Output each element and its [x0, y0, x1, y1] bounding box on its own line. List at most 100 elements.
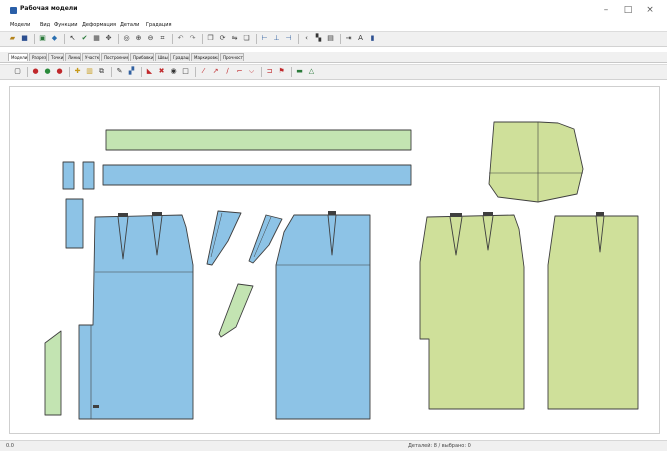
- notch-mark: [118, 213, 128, 217]
- copy-icon[interactable]: ❐: [206, 34, 215, 43]
- toolbar-separator: [69, 67, 70, 77]
- text-icon[interactable]: A: [356, 34, 365, 43]
- skirt-back-panel-blue[interactable]: [275, 214, 371, 420]
- zoom-icon[interactable]: ◎: [122, 34, 131, 43]
- toolbar-separator: [195, 67, 196, 77]
- tab-9[interactable]: Градация: [170, 53, 190, 61]
- bracket-icon[interactable]: ⊐: [265, 67, 274, 76]
- tab-1[interactable]: Модели: [8, 53, 28, 61]
- yoke-piece-green[interactable]: [488, 121, 584, 203]
- pocket-lining-green[interactable]: [218, 283, 254, 338]
- select-icon[interactable]: ↖: [68, 34, 77, 43]
- zoom-in-icon[interactable]: ⊕: [134, 34, 143, 43]
- delete-icon[interactable]: ✖: [157, 67, 166, 76]
- skirt-front-panel-green[interactable]: [419, 214, 525, 410]
- close-button[interactable]: ×: [639, 3, 661, 17]
- zoom-out-icon[interactable]: ⊖: [146, 34, 155, 43]
- tab-3[interactable]: Точки: [48, 53, 64, 61]
- menu-view[interactable]: Вид: [40, 22, 50, 28]
- check-icon[interactable]: ✔: [80, 34, 89, 43]
- tab-7[interactable]: Прибавки: [130, 53, 154, 61]
- menu-models[interactable]: Модели: [10, 22, 30, 28]
- tab-8[interactable]: Швы: [155, 53, 169, 61]
- tab-2[interactable]: Разрез: [29, 53, 47, 61]
- resize-icon[interactable]: ▥: [85, 67, 94, 76]
- toolbar-separator: [261, 67, 262, 77]
- export-icon[interactable]: ⇥: [344, 34, 353, 43]
- skirt-front-panel-blue[interactable]: [78, 214, 194, 420]
- pocket-piece-blue-1[interactable]: [206, 210, 242, 266]
- redo-icon[interactable]: ↷: [188, 34, 197, 43]
- info-icon[interactable]: ▮: [368, 34, 377, 43]
- waistband-piece-blue[interactable]: [102, 164, 412, 186]
- toolbar-separator: [64, 34, 65, 44]
- layers-icon[interactable]: ▬: [295, 67, 304, 76]
- red-dot-icon[interactable]: ●: [55, 67, 64, 76]
- toolbar-separator: [141, 67, 142, 77]
- menu-functions[interactable]: Функции: [54, 22, 77, 28]
- mirror-icon[interactable]: ⇋: [230, 34, 239, 43]
- maximize-button[interactable]: □: [617, 3, 639, 17]
- toolbar-separator: [298, 34, 299, 44]
- pattern-canvas[interactable]: [9, 86, 660, 434]
- undo-icon[interactable]: ↶: [176, 34, 185, 43]
- align-left-icon[interactable]: ⊢: [260, 34, 269, 43]
- move-detail-icon[interactable]: ✚: [73, 67, 82, 76]
- align-right-icon[interactable]: ⊣: [284, 34, 293, 43]
- red-dot-icon[interactable]: ●: [31, 67, 40, 76]
- line-icon[interactable]: ⁄: [199, 67, 208, 76]
- arrow-icon[interactable]: ↗: [211, 67, 220, 76]
- triangle-icon[interactable]: △: [307, 67, 316, 76]
- flag-icon[interactable]: ⚑: [277, 67, 286, 76]
- strip-piece-green[interactable]: [44, 330, 62, 416]
- small-piece-blue-1[interactable]: [62, 161, 75, 190]
- waistband-piece-green[interactable]: [105, 129, 412, 151]
- toolbar-separator: [118, 34, 119, 44]
- print-icon[interactable]: ▤: [326, 34, 335, 43]
- pencil-icon[interactable]: ✎: [115, 67, 124, 76]
- tab-11[interactable]: Прочности: [220, 53, 244, 61]
- notch-mark: [483, 212, 493, 216]
- folder-open-icon[interactable]: ▰: [8, 34, 17, 43]
- tab-6[interactable]: Построение: [101, 53, 129, 61]
- small-piece-blue-3[interactable]: [65, 198, 84, 249]
- rotate-icon[interactable]: ⟳: [218, 34, 227, 43]
- move-icon[interactable]: ✥: [104, 34, 113, 43]
- app-icon: [10, 7, 17, 14]
- secondary-toolbar: ▢ ● ● ● ✚ ▥ ⧉ ✎ ▞ ◣ ✖ ◉ □ ⁄ ↗ ∕ ⌐ ⌵ ⊐ ⚑ ▬ △: [0, 64, 667, 80]
- tab-10[interactable]: Маркировка: [191, 53, 219, 61]
- frame-icon[interactable]: □: [181, 67, 190, 76]
- small-piece-blue-2[interactable]: [82, 161, 95, 190]
- cursor-icon[interactable]: ‹: [302, 34, 311, 43]
- menu-details[interactable]: Детали: [120, 22, 139, 28]
- menu-grading[interactable]: Градация: [146, 22, 171, 28]
- cut-icon[interactable]: ◣: [145, 67, 154, 76]
- point-icon[interactable]: ◉: [169, 67, 178, 76]
- page-icon[interactable]: ▢: [13, 67, 22, 76]
- green-dot-icon[interactable]: ●: [43, 67, 52, 76]
- fill-icon[interactable]: ▚: [314, 34, 323, 43]
- align-center-icon[interactable]: ⊥: [272, 34, 281, 43]
- window-title: Рабочая модели: [20, 5, 78, 12]
- title-bar: Рабочая модели – □ ×: [0, 0, 667, 21]
- tab-5[interactable]: Участки: [82, 53, 100, 61]
- toolbar-separator: [172, 34, 173, 44]
- new-icon[interactable]: ▣: [38, 34, 47, 43]
- pattern-icon[interactable]: ◆: [50, 34, 59, 43]
- grid-icon[interactable]: ▦: [92, 34, 101, 43]
- minimize-button[interactable]: –: [595, 3, 617, 17]
- copy-detail-icon[interactable]: ⧉: [97, 67, 106, 76]
- toolbar-separator: [256, 34, 257, 44]
- skirt-back-panel-green[interactable]: [547, 215, 639, 410]
- paste-icon[interactable]: ❏: [242, 34, 251, 43]
- corner-icon[interactable]: ⌐: [235, 67, 244, 76]
- zoom-fit-icon[interactable]: ⌗: [158, 34, 167, 43]
- notch-mark: [152, 212, 162, 216]
- slash-icon[interactable]: ∕: [223, 67, 232, 76]
- save-icon[interactable]: ■: [20, 34, 29, 43]
- pocket-piece-blue-2[interactable]: [248, 214, 283, 264]
- hook-icon[interactable]: ⌵: [247, 67, 256, 76]
- tab-4[interactable]: Линии: [65, 53, 81, 61]
- ruler-icon[interactable]: ▞: [127, 67, 136, 76]
- menu-deformation[interactable]: Деформация: [82, 22, 116, 28]
